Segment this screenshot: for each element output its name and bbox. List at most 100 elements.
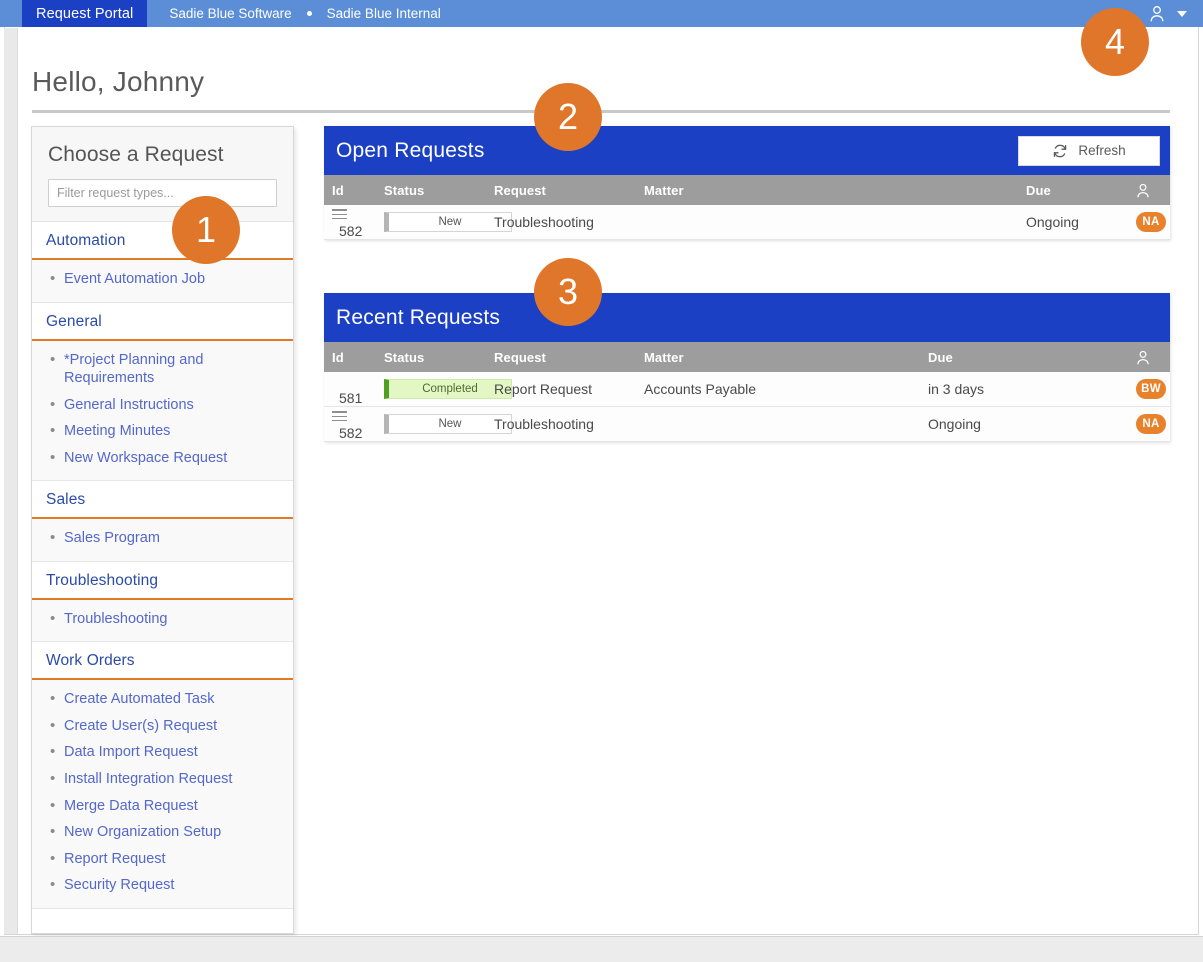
request-type-item[interactable]: Install Integration Request <box>42 766 283 793</box>
refresh-icon <box>1052 143 1068 159</box>
callout-badge-1: 1 <box>172 196 240 264</box>
chevron-down-icon[interactable] <box>1177 10 1187 17</box>
avatar[interactable]: NA <box>1136 212 1166 233</box>
nav-tab-request-portal[interactable]: Request Portal <box>22 0 148 27</box>
cell-request-link[interactable]: Report Request <box>486 372 636 408</box>
choose-request-header: Choose a Request <box>32 127 293 222</box>
request-type-item[interactable]: Troubleshooting <box>42 606 283 633</box>
column-header-request[interactable]: Request <box>486 175 636 205</box>
cell-assignee: NA <box>1128 205 1170 241</box>
table-row[interactable]: 582 New Troubleshooting Ongoing NA <box>324 406 1170 443</box>
user-icon[interactable] <box>1149 5 1165 22</box>
callout-badge-2: 2 <box>534 83 602 151</box>
section-header-automation[interactable]: Automation <box>32 222 293 260</box>
cell-id-value: 582 <box>339 223 363 240</box>
request-type-item[interactable]: New Workspace Request <box>42 445 283 472</box>
cell-id: 581 <box>324 372 376 408</box>
column-header-assignee[interactable] <box>1128 175 1170 205</box>
bottom-strip <box>0 936 1203 962</box>
column-header-due[interactable]: Due <box>920 342 1128 372</box>
section-header-work-orders[interactable]: Work Orders <box>32 642 293 681</box>
cell-matter <box>636 406 920 443</box>
open-requests-header-row: Id Status Request Matter Due <box>324 175 1170 205</box>
column-header-status[interactable]: Status <box>376 175 486 205</box>
top-navbar: Request Portal Sadie Blue Software Sadie… <box>0 0 1203 27</box>
callout-badge-4: 4 <box>1081 8 1149 76</box>
row-menu-icon[interactable] <box>332 207 347 222</box>
choose-request-panel: Choose a Request Automation Event Automat… <box>31 126 294 934</box>
section-header-label: General <box>46 312 102 330</box>
navbar-account-menu[interactable] <box>1149 5 1203 22</box>
table-row[interactable]: 582 New Troubleshooting Ongoing NA <box>324 205 1170 241</box>
column-header-assignee[interactable] <box>1128 342 1170 372</box>
request-type-item[interactable]: Merge Data Request <box>42 793 283 820</box>
request-type-item[interactable]: Event Automation Job <box>42 266 283 293</box>
cell-due: Ongoing <box>1018 205 1128 241</box>
row-menu-icon[interactable] <box>332 409 347 424</box>
recent-requests-title: Recent Requests <box>336 305 501 329</box>
refresh-button-label: Refresh <box>1078 143 1126 158</box>
cell-id: 582 <box>324 406 376 443</box>
section-items: Sales Program <box>32 519 293 562</box>
recent-requests-header: Recent Requests <box>324 293 1170 342</box>
assignee-icon <box>1136 183 1166 198</box>
request-type-item[interactable]: Create Automated Task <box>42 686 283 713</box>
column-header-id[interactable]: Id <box>324 175 376 205</box>
status-badge[interactable]: New <box>384 414 512 435</box>
table-row[interactable]: 581 Completed Report Request Accounts Payab… <box>324 372 1170 408</box>
request-type-list: *Project Planning and RequirementsGenera… <box>42 347 283 472</box>
recent-requests-panel: Recent Requests Id Status Request Matter… <box>324 293 1170 443</box>
request-type-item[interactable]: New Organization Setup <box>42 819 283 846</box>
status-badge[interactable]: Completed <box>384 379 512 400</box>
column-header-matter[interactable]: Matter <box>636 342 920 372</box>
filter-request-types-input[interactable] <box>48 179 277 207</box>
cell-due: Ongoing <box>920 406 1128 443</box>
request-type-item[interactable]: Security Request <box>42 872 283 899</box>
nav-tab-request-portal-label: Request Portal <box>36 5 134 22</box>
cell-matter: Accounts Payable <box>636 372 920 408</box>
cell-status: New <box>376 205 512 241</box>
avatar[interactable]: NA <box>1136 414 1166 435</box>
request-type-sections: Automation Event Automation Job General *Pr… <box>32 222 293 909</box>
column-header-status[interactable]: Status <box>376 342 486 372</box>
assignee-icon <box>1136 350 1166 365</box>
section-header-sales[interactable]: Sales <box>32 481 293 520</box>
section-header-label: Automation <box>46 232 126 249</box>
column-header-matter[interactable]: Matter <box>636 175 1018 205</box>
request-type-item[interactable]: *Project Planning and Requirements <box>42 347 283 392</box>
request-type-item[interactable]: Meeting Minutes <box>42 418 283 445</box>
nav-separator-dot-icon <box>306 11 312 16</box>
request-type-item[interactable]: Create User(s) Request <box>42 713 283 740</box>
left-scroll-strip[interactable] <box>4 28 18 934</box>
section-header-general[interactable]: General <box>32 302 293 341</box>
refresh-button[interactable]: Refresh <box>1018 135 1160 166</box>
request-type-list: Troubleshooting <box>42 606 283 633</box>
column-header-request[interactable]: Request <box>486 342 636 372</box>
cell-assignee: BW <box>1128 372 1170 408</box>
request-type-item[interactable]: Report Request <box>42 846 283 873</box>
nav-link-sadie-blue-internal[interactable]: Sadie Blue Internal <box>321 6 447 21</box>
open-requests-title: Open Requests <box>336 138 485 162</box>
cell-status: Completed <box>376 372 512 408</box>
status-badge[interactable]: New <box>384 212 512 233</box>
cell-id-value: 581 <box>339 390 363 407</box>
column-header-id[interactable]: Id <box>324 342 376 372</box>
open-requests-table-body: 582 New Troubleshooting Ongoing NA <box>324 205 1170 241</box>
avatar[interactable]: BW <box>1136 379 1166 400</box>
cell-id: 582 <box>324 205 376 241</box>
column-header-due[interactable]: Due <box>1018 175 1128 205</box>
section-items: Troubleshooting <box>32 599 293 643</box>
cell-request-link[interactable]: Troubleshooting <box>486 406 636 443</box>
section-header-troubleshooting[interactable]: Troubleshooting <box>32 561 293 600</box>
request-type-item[interactable]: General Instructions <box>42 392 283 419</box>
page-title: Hello, Johnny <box>32 66 205 97</box>
section-items: Event Automation Job <box>32 260 293 303</box>
request-type-item[interactable]: Data Import Request <box>42 739 283 766</box>
request-type-item[interactable]: Sales Program <box>42 525 283 552</box>
cell-request-link[interactable]: Troubleshooting <box>486 205 636 241</box>
nav-link-sadie-blue-software[interactable]: Sadie Blue Software <box>163 6 297 21</box>
cell-due: in 3 days <box>920 372 1128 408</box>
cell-status: New <box>376 406 512 443</box>
page-root: Request Portal Sadie Blue Software Sadie… <box>0 0 1203 962</box>
callout-badge-3: 3 <box>534 258 602 326</box>
